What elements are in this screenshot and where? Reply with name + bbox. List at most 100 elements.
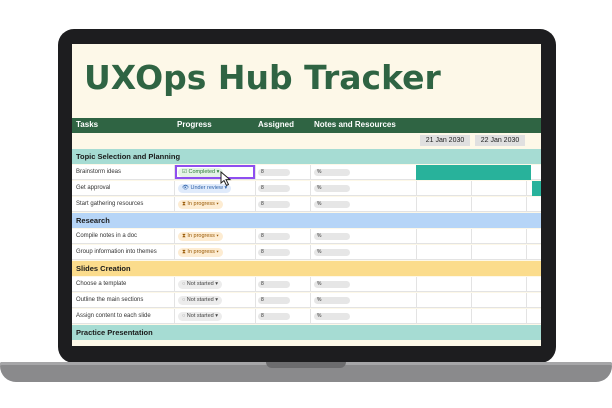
- task-name[interactable]: Group information into themes: [76, 249, 157, 255]
- group-header[interactable]: Research: [72, 213, 541, 228]
- notes-field[interactable]: %: [314, 281, 350, 288]
- cell-divider: [174, 229, 175, 244]
- status-badge[interactable]: ⧗ In progress ▾: [178, 200, 223, 209]
- status-label: Not started: [186, 297, 214, 303]
- cell-divider: [174, 181, 175, 196]
- status-label: Not started: [186, 281, 214, 287]
- cell-divider: [416, 277, 417, 292]
- table-row[interactable]: Compile notes in a doc ⧗ In progress ▾ 8%: [72, 229, 541, 244]
- table-row[interactable]: Start gathering resources ⧗ In progress ▾…: [72, 197, 541, 212]
- cell-divider: [310, 197, 311, 212]
- chevron-down-icon: ▾: [213, 297, 218, 303]
- chevron-down-icon: ▾: [213, 313, 218, 319]
- cell-divider: [255, 197, 256, 212]
- status-label: In progress: [187, 249, 215, 255]
- status-badge[interactable]: ◌ Not started ▾: [178, 280, 222, 289]
- eye-icon: 👁: [182, 185, 191, 191]
- laptop-screen: UXOps Hub Tracker Tasks Progress Assigne…: [72, 44, 541, 346]
- notes-field[interactable]: %: [314, 201, 350, 208]
- cell-divider: [255, 245, 256, 260]
- status-badge[interactable]: ◌ Not started ▾: [178, 296, 222, 305]
- cell-divider: [416, 309, 417, 324]
- group-title: Practice Presentation: [76, 328, 153, 337]
- chevron-down-icon: ▾: [213, 281, 218, 287]
- cell-divider: [471, 197, 472, 212]
- cell-divider: [416, 229, 417, 244]
- table-row[interactable]: Assign content to each slide ◌ Not starte…: [72, 309, 541, 324]
- cell-divider: [416, 245, 417, 260]
- column-header-notes[interactable]: Notes and Resources: [314, 120, 396, 129]
- table-row[interactable]: Outline the main sections ◌ Not started ▾…: [72, 293, 541, 308]
- assigned-field[interactable]: 8: [258, 201, 290, 208]
- cell-divider: [471, 309, 472, 324]
- cell-divider: [471, 277, 472, 292]
- notes-field[interactable]: %: [314, 233, 350, 240]
- cell-divider: [471, 229, 472, 244]
- cell-divider: [416, 293, 417, 308]
- cell-divider: [310, 165, 311, 180]
- task-name[interactable]: Choose a template: [76, 281, 126, 287]
- mouse-cursor-icon: [220, 171, 232, 187]
- assigned-field[interactable]: 8: [258, 233, 290, 240]
- notes-field[interactable]: %: [314, 169, 350, 176]
- column-header-progress[interactable]: Progress: [177, 120, 212, 129]
- cell-divider: [310, 229, 311, 244]
- notes-field[interactable]: %: [314, 185, 350, 192]
- assigned-field[interactable]: 8: [258, 313, 290, 320]
- table-row[interactable]: Group information into themes ⧗ In progre…: [72, 245, 541, 260]
- gantt-date-row: 21 Jan 2030 22 Jan 2030: [72, 134, 541, 148]
- laptop-notch: [266, 362, 346, 368]
- status-badge[interactable]: ◌ Not started ▾: [178, 312, 222, 321]
- cell-divider: [174, 245, 175, 260]
- group-header[interactable]: Practice Presentation: [72, 325, 541, 340]
- cell-divider: [471, 245, 472, 260]
- cell-divider: [255, 309, 256, 324]
- cell-divider: [526, 245, 527, 260]
- status-badge[interactable]: ⧗ In progress ▾: [178, 248, 223, 257]
- assigned-field[interactable]: 8: [258, 185, 290, 192]
- column-header-assigned[interactable]: Assigned: [258, 120, 294, 129]
- cell-divider: [416, 197, 417, 212]
- cell-divider: [174, 277, 175, 292]
- table-row[interactable]: Get approval 👁 Under review ▾ 8%: [72, 181, 541, 196]
- gantt-date-1: 21 Jan 2030: [420, 135, 470, 146]
- table-row[interactable]: Choose a template ◌ Not started ▾ 8%: [72, 277, 541, 292]
- notes-field[interactable]: %: [314, 297, 350, 304]
- table-row[interactable]: Brainstorm ideas ☑ Completed ▾ 8%: [72, 165, 541, 180]
- cell-divider: [310, 277, 311, 292]
- task-name[interactable]: Outline the main sections: [76, 297, 143, 303]
- gantt-bar[interactable]: [416, 165, 531, 180]
- cell-divider: [526, 229, 527, 244]
- task-name[interactable]: Compile notes in a doc: [76, 233, 137, 239]
- cell-divider: [526, 181, 527, 196]
- cell-divider: [310, 181, 311, 196]
- cell-divider: [471, 293, 472, 308]
- assigned-field[interactable]: 8: [258, 297, 290, 304]
- task-name[interactable]: Assign content to each slide: [76, 313, 151, 319]
- notes-field[interactable]: %: [314, 249, 350, 256]
- status-label: Under review: [190, 185, 223, 191]
- status-badge[interactable]: ⧗ In progress ▾: [178, 232, 223, 241]
- group-title: Research: [76, 216, 110, 225]
- page-title: UXOps Hub Tracker: [84, 58, 441, 97]
- cell-divider: [526, 293, 527, 308]
- cell-divider: [416, 181, 417, 196]
- cell-divider: [174, 293, 175, 308]
- assigned-field[interactable]: 8: [258, 249, 290, 256]
- status-label: Not started: [186, 313, 214, 319]
- assigned-field[interactable]: 8: [258, 281, 290, 288]
- chevron-down-icon: ▾: [214, 249, 219, 255]
- cell-divider: [526, 309, 527, 324]
- group-header[interactable]: Topic Selection and Planning: [72, 149, 541, 164]
- group-header[interactable]: Slides Creation: [72, 261, 541, 276]
- task-name[interactable]: Start gathering resources: [76, 201, 143, 207]
- assigned-field[interactable]: 8: [258, 169, 290, 176]
- chevron-down-icon: ▾: [214, 233, 219, 239]
- task-name[interactable]: Brainstorm ideas: [76, 169, 121, 175]
- notes-field[interactable]: %: [314, 313, 350, 320]
- column-header-tasks[interactable]: Tasks: [76, 120, 98, 129]
- task-name[interactable]: Get approval: [76, 185, 110, 191]
- gantt-bar[interactable]: [532, 181, 541, 196]
- cell-divider: [526, 197, 527, 212]
- cell-divider: [255, 293, 256, 308]
